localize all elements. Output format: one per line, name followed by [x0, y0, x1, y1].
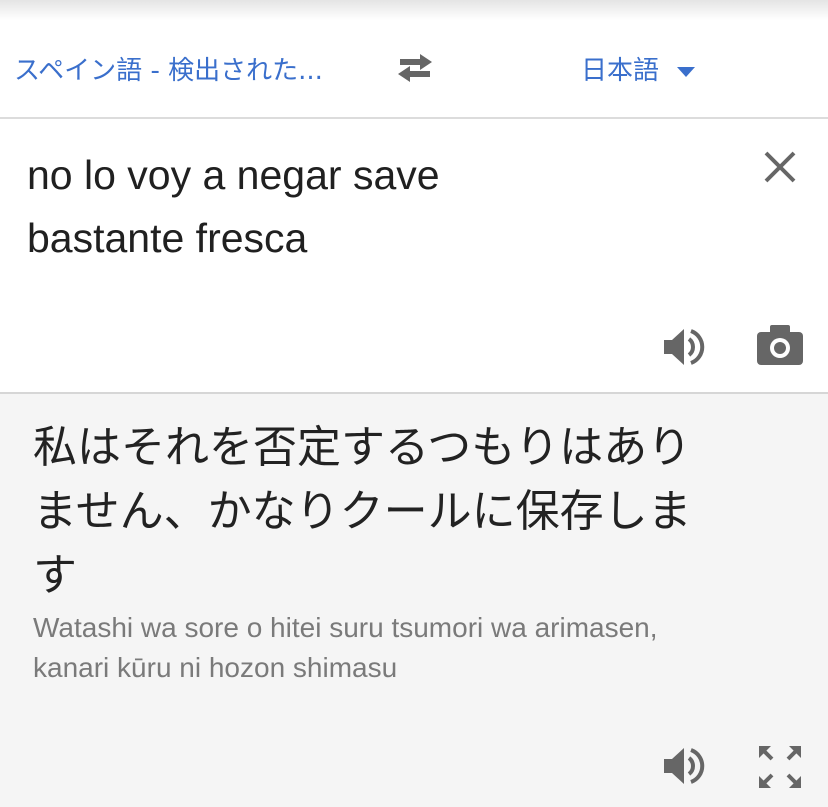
- top-edge: [0, 0, 828, 21]
- listen-translation-button[interactable]: [660, 744, 708, 788]
- camera-button[interactable]: [755, 323, 805, 367]
- translated-text-line: 私はそれを否定するつもりはあり: [33, 422, 692, 473]
- target-language-label: 日本語: [581, 56, 660, 86]
- target-language-selector[interactable]: 日本語: [581, 50, 696, 87]
- source-text-line: no lo voy a negar save: [27, 152, 440, 198]
- clear-input-button[interactable]: [762, 149, 798, 185]
- swap-languages-button[interactable]: [392, 50, 438, 86]
- translated-text: 私はそれを否定するつもりはあり ません、かなりクールに保存しま す: [33, 416, 773, 608]
- fullscreen-button[interactable]: [757, 744, 803, 790]
- romanization-line: kanari kūru ni hozon shimasu: [33, 652, 398, 683]
- close-icon: [764, 151, 796, 183]
- language-bar: スペイン語 - 検出された... 日本語: [0, 20, 828, 119]
- source-input-panel[interactable]: no lo voy a negar save bastante fresca: [0, 119, 828, 394]
- romanization-line: Watashi wa sore o hitei suru tsumori wa …: [33, 612, 658, 643]
- camera-icon: [757, 325, 803, 365]
- fullscreen-icon: [759, 746, 801, 788]
- translated-text-line: ません、かなりクールに保存しま: [33, 486, 692, 537]
- source-text-line: bastante fresca: [27, 215, 308, 261]
- source-text[interactable]: no lo voy a negar save bastante fresca: [27, 144, 727, 270]
- romanization-text: Watashi wa sore o hitei suru tsumori wa …: [33, 608, 793, 688]
- listen-source-button[interactable]: [660, 325, 708, 369]
- translation-panel: 私はそれを否定するつもりはあり ません、かなりクールに保存しま す Watash…: [0, 394, 828, 807]
- caret-down-icon: [677, 66, 696, 77]
- translate-screen: スペイン語 - 検出された... 日本語 no lo voy a negar s…: [0, 0, 828, 807]
- speaker-icon: [664, 329, 705, 365]
- swap-arrows-icon: [398, 54, 432, 82]
- translated-text-line: す: [33, 550, 77, 601]
- speaker-icon: [664, 748, 705, 784]
- source-language-selector[interactable]: スペイン語 - 検出された...: [14, 50, 323, 87]
